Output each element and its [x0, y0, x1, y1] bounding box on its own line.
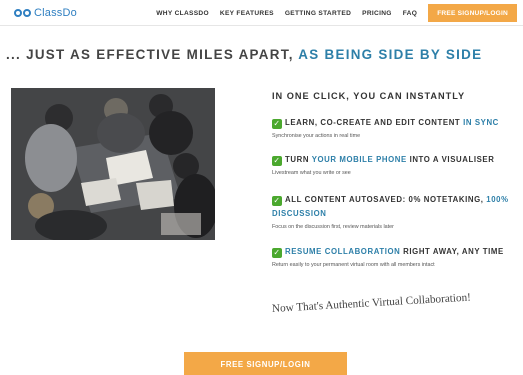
top-navigation-bar: ClassDo WHY CLASSDO KEY FEATURES GETTING… — [0, 0, 523, 26]
feature-description: Return easily to your permanent virtual … — [272, 262, 435, 268]
feature-title: ✓ LEARN, CO-CREATE AND EDIT CONTENT IN SY… — [272, 116, 512, 130]
feature-highlight: RESUME COLLABORATION — [285, 247, 401, 256]
feature-item: ✓ RESUME COLLABORATION RIGHT AWAY, ANY TI… — [272, 245, 512, 268]
classdo-logo[interactable]: ClassDo — [14, 5, 77, 21]
signup-login-button[interactable]: FREE SIGNUP/LOGIN — [428, 4, 517, 22]
page-headline: ... JUST AS EFFECTIVE MILES APART, AS BE… — [6, 47, 482, 62]
feature-title: ✓ RESUME COLLABORATION RIGHT AWAY, ANY TI… — [272, 245, 512, 259]
feature-description: Livestream what you write or see — [272, 170, 351, 176]
feature-highlight: YOUR MOBILE PHONE — [311, 155, 407, 164]
green-checkmark-icon: ✓ — [272, 119, 282, 129]
feature-title: ✓ ALL CONTENT AUTOSAVED: 0% NOTETAKING, 1… — [272, 193, 512, 221]
nav-why-classdo[interactable]: WHY CLASSDO — [156, 10, 209, 17]
nav-pricing[interactable]: PRICING — [362, 10, 392, 17]
students-collaborating-photo — [11, 88, 215, 240]
nav-faq[interactable]: FAQ — [403, 10, 417, 17]
green-checkmark-icon: ✓ — [272, 196, 282, 206]
feature-highlight: IN SYNC — [463, 118, 499, 127]
headline-text: ... JUST AS EFFECTIVE MILES APART, — [6, 47, 299, 62]
feature-description: Synchronise your actions in real time — [272, 133, 361, 139]
signup-login-button-bottom[interactable]: FREE SIGNUP/LOGIN — [184, 352, 347, 375]
logo-text: ClassDo — [34, 7, 77, 19]
feature-text: RIGHT AWAY, ANY TIME — [400, 247, 504, 256]
nav-getting-started[interactable]: GETTING STARTED — [285, 10, 351, 17]
feature-item: ✓ ALL CONTENT AUTOSAVED: 0% NOTETAKING, 1… — [272, 193, 512, 230]
green-checkmark-icon: ✓ — [272, 248, 282, 258]
feature-text: INTO A VISUALISER — [406, 155, 495, 164]
green-checkmark-icon: ✓ — [272, 156, 282, 166]
nav-key-features[interactable]: KEY FEATURES — [220, 10, 274, 17]
feature-description: Focus on the discussion first, review ma… — [272, 224, 394, 230]
tagline: Now That's Authentic Virtual Collaborati… — [271, 291, 472, 315]
feature-text: TURN — [285, 155, 312, 164]
headline-accent: AS BEING SIDE BY SIDE — [298, 47, 483, 62]
main-nav: WHY CLASSDO KEY FEATURES GETTING STARTED… — [156, 0, 523, 26]
feature-item: ✓ LEARN, CO-CREATE AND EDIT CONTENT IN SY… — [272, 116, 512, 139]
section-title: IN ONE CLICK, YOU CAN INSTANTLY — [272, 91, 466, 101]
feature-text: LEARN, CO-CREATE AND EDIT CONTENT — [285, 118, 464, 127]
photo-illustration — [11, 88, 215, 240]
feature-text: ALL CONTENT AUTOSAVED: 0% NOTETAKING, — [285, 195, 487, 204]
feature-item: ✓ TURN YOUR MOBILE PHONE INTO A VISUALISE… — [272, 153, 512, 176]
feature-title: ✓ TURN YOUR MOBILE PHONE INTO A VISUALISE… — [272, 153, 512, 167]
double-circle-logo-icon — [14, 9, 31, 17]
